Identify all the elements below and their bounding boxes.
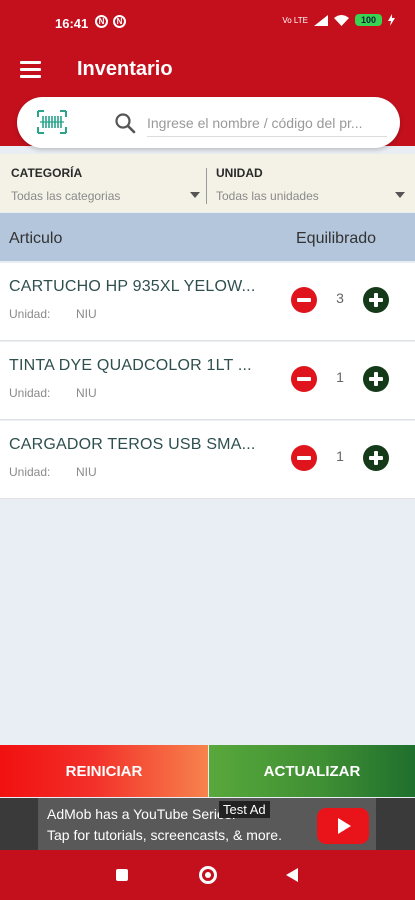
item-name: CARTUCHO HP 935XL YELOW... <box>9 278 256 295</box>
system-nav-bar <box>0 850 415 900</box>
youtube-play-icon[interactable] <box>317 808 369 844</box>
unit-label: Unidad: <box>9 307 51 321</box>
decrement-button[interactable] <box>291 445 317 471</box>
back-icon[interactable] <box>286 868 298 882</box>
unit-value: NIU <box>76 465 97 479</box>
table-row[interactable]: CARGADOR TEROS USB SMA... Unidad: NIU 1 <box>0 421 415 499</box>
network-label: Vo LTE <box>282 15 308 25</box>
home-icon[interactable] <box>199 866 217 884</box>
item-name: TINTA DYE QUADCOLOR 1LT ... <box>9 357 252 374</box>
action-bar: REINICIAR ACTUALIZAR <box>0 745 415 797</box>
quantity-value: 3 <box>336 290 344 306</box>
battery-icon: 100 <box>354 14 382 26</box>
column-header-articulo: Articulo <box>9 230 63 247</box>
search-underline <box>147 136 387 137</box>
column-header-equilibrado: Equilibrado <box>296 230 377 247</box>
ad-headline: AdMob has a YouTube Series! <box>47 806 236 822</box>
increment-button[interactable] <box>363 287 389 313</box>
filter-divider <box>206 168 207 204</box>
unit-value: NIU <box>76 307 97 321</box>
unit-value: Todas las unidades <box>216 189 319 203</box>
signal-icon <box>313 14 328 26</box>
menu-icon[interactable] <box>20 61 41 78</box>
ad-subline: Tap for tutorials, screencasts, & more. <box>47 827 282 843</box>
category-label: CATEGORÍA <box>11 166 83 180</box>
increment-button[interactable] <box>363 366 389 392</box>
unit-filter[interactable]: UNIDAD Todas las unidades <box>216 154 408 212</box>
status-time: 16:41 <box>55 16 89 31</box>
category-value: Todas las categorias <box>11 189 121 203</box>
chevron-down-icon <box>190 192 200 198</box>
category-filter[interactable]: CATEGORÍA Todas las categorias <box>11 154 203 212</box>
charging-icon <box>388 14 395 26</box>
table-row[interactable]: CARTUCHO HP 935XL YELOW... Unidad: NIU 3 <box>0 263 415 341</box>
barcode-scan-icon[interactable] <box>37 110 67 134</box>
status-bar: 16:41 N N Vo LTE 100 <box>0 0 415 48</box>
item-name: CARGADOR TEROS USB SMA... <box>9 436 256 453</box>
filter-bar: CATEGORÍA Todas las categorias UNIDAD To… <box>0 154 415 212</box>
update-button[interactable]: ACTUALIZAR <box>209 745 415 797</box>
quantity-value: 1 <box>336 448 344 464</box>
reset-button[interactable]: REINICIAR <box>0 745 208 797</box>
quantity-value: 1 <box>336 369 344 385</box>
recents-icon[interactable] <box>116 869 128 881</box>
table-header: Articulo Equilibrado <box>0 213 415 261</box>
search-icon <box>115 113 136 134</box>
page-title: Inventario <box>77 58 173 80</box>
notification-icon: N <box>95 15 108 28</box>
notification-icon: N <box>113 15 126 28</box>
app-header: 16:41 N N Vo LTE 100 Inventario <box>0 0 415 148</box>
unit-label: Unidad: <box>9 465 51 479</box>
search-bar <box>17 97 400 148</box>
chevron-down-icon <box>395 192 405 198</box>
test-ad-badge: Test Ad <box>219 801 270 818</box>
unit-value: NIU <box>76 386 97 400</box>
search-input[interactable] <box>147 111 382 135</box>
wifi-icon <box>333 14 349 26</box>
status-right-icons: Vo LTE 100 <box>282 14 395 26</box>
table-row[interactable]: TINTA DYE QUADCOLOR 1LT ... Unidad: NIU … <box>0 342 415 420</box>
decrement-button[interactable] <box>291 287 317 313</box>
unit-label: UNIDAD <box>216 166 263 180</box>
notification-icons: N N <box>95 15 126 28</box>
decrement-button[interactable] <box>291 366 317 392</box>
increment-button[interactable] <box>363 445 389 471</box>
unit-label: Unidad: <box>9 386 51 400</box>
